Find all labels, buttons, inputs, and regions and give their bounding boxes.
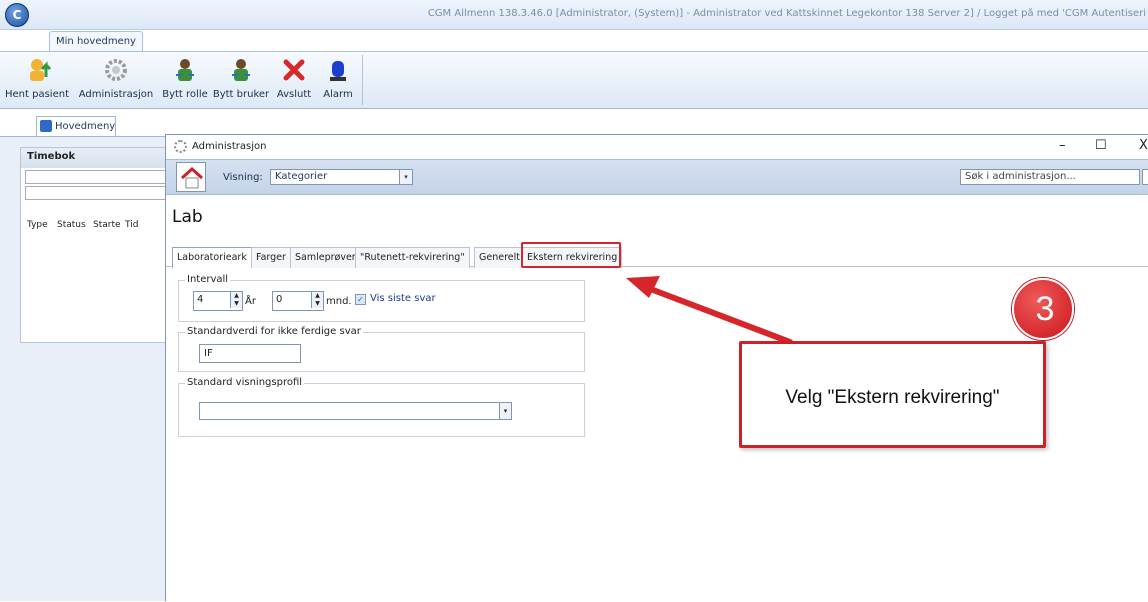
timebok-column-type[interactable]: Type [27,220,48,230]
switch-user-icon [232,59,250,81]
gear-icon [174,140,187,153]
hent-pasient-button[interactable]: Hent pasient [2,55,72,107]
standardverdi-input[interactable]: IF [199,344,301,363]
stepper-arrows-icon[interactable]: ▲ ▼ [311,292,323,308]
switch-role-icon [176,59,194,81]
admin-window-title: Administrasjon [192,141,267,152]
timebok-column-status[interactable]: Status [57,220,86,230]
chevron-down-icon: ▾ [399,170,412,184]
administrasjon-button[interactable]: Administrasjon [76,55,156,107]
visningsprofil-title: Standard visningsprofil [185,377,305,388]
timebok-column-starte[interactable]: Starte [93,220,121,230]
page-title: Lab [172,207,203,227]
patient-arrow-icon [30,59,52,81]
search-clear-button[interactable] [1142,169,1148,185]
close-button[interactable]: X [1139,138,1148,153]
ribbon-tab-min-hovedmeny[interactable]: Min hovedmeny [49,31,143,51]
timebok-panel: Timebok Type Status Starte Tid [20,147,181,343]
tab-hovedmeny[interactable]: Hovedmeny [36,116,116,136]
months-label: mnd. [326,296,352,307]
search-input[interactable]: Søk i administrasjon... [960,169,1140,185]
bytt-rolle-button[interactable]: Bytt rolle [160,55,210,107]
window-title: CGM Allmenn 138.3.46.0 [Administrator, (… [427,8,1146,19]
admin-title-bar: Administrasjon – ☐ X [166,135,1148,159]
standardverdi-group: Standardverdi for ikke ferdige svar IF [178,326,585,372]
tab-generelt[interactable]: Generelt [474,247,525,268]
maximize-button[interactable]: ☐ [1095,138,1115,153]
vis-siste-svar-label[interactable]: Vis siste svar [370,293,436,304]
gear-icon [105,59,127,81]
bytt-bruker-button[interactable]: Bytt bruker [212,55,270,107]
visningsprofil-dropdown[interactable]: ▾ [199,402,512,420]
callout-text: Velg "Ekstern rekvirering" [785,387,1000,408]
alarm-light-icon [330,61,346,81]
app-menu-icon[interactable]: C [5,3,29,27]
tab-rutenett-rekvirering[interactable]: "Rutenett-rekvirering" [355,247,470,268]
hovedmeny-icon [40,120,52,132]
avslutt-button[interactable]: Avslutt [272,55,316,107]
timebok-filter-field[interactable] [25,170,175,184]
vis-siste-svar-checkbox[interactable]: ✓ [355,294,366,305]
stepper-arrows-icon[interactable]: ▲ ▼ [230,292,242,308]
tab-farger[interactable]: Farger [251,247,291,268]
step-number-badge: 3 [1012,278,1074,340]
ribbon-group-divider [362,55,363,105]
years-stepper[interactable]: 4 ▲ ▼ [193,291,243,311]
intervall-title: Intervall [185,274,231,285]
visning-dropdown[interactable]: Kategorier ▾ [270,169,413,185]
minimize-button[interactable]: – [1059,138,1079,153]
ribbon: Hent pasient Administrasjon Bytt rolle B… [0,51,1148,109]
visning-label: Visning: [223,172,263,183]
chevron-down-icon: ▾ [499,403,511,419]
standardverdi-title: Standardverdi for ikke ferdige svar [185,326,363,337]
years-label: År [245,296,256,307]
highlight-box [521,242,621,268]
alarm-button[interactable]: Alarm [318,55,358,107]
home-icon [180,166,204,189]
tab-samleprover[interactable]: Samleprøver [290,247,361,268]
timebok-filter-field[interactable] [25,186,175,200]
home-button[interactable] [176,162,206,192]
timebok-title: Timebok [21,148,181,168]
exit-x-icon [283,59,305,81]
intervall-group: Intervall 4 ▲ ▼ År 0 ▲ ▼ mnd. ✓ Vis siste … [178,274,585,322]
admin-toolbar: Visning: Kategorier ▾ Søk i administrasj… [166,159,1148,195]
months-stepper[interactable]: 0 ▲ ▼ [272,291,324,311]
timebok-column-tid[interactable]: Tid [125,220,138,230]
callout-box: Velg "Ekstern rekvirering" [739,341,1046,448]
visningsprofil-group: Standard visningsprofil ▾ [178,377,585,437]
tab-laboratorieark[interactable]: Laboratorieark [172,247,252,269]
title-bar: C CGM Allmenn 138.3.46.0 [Administrator,… [0,0,1148,30]
